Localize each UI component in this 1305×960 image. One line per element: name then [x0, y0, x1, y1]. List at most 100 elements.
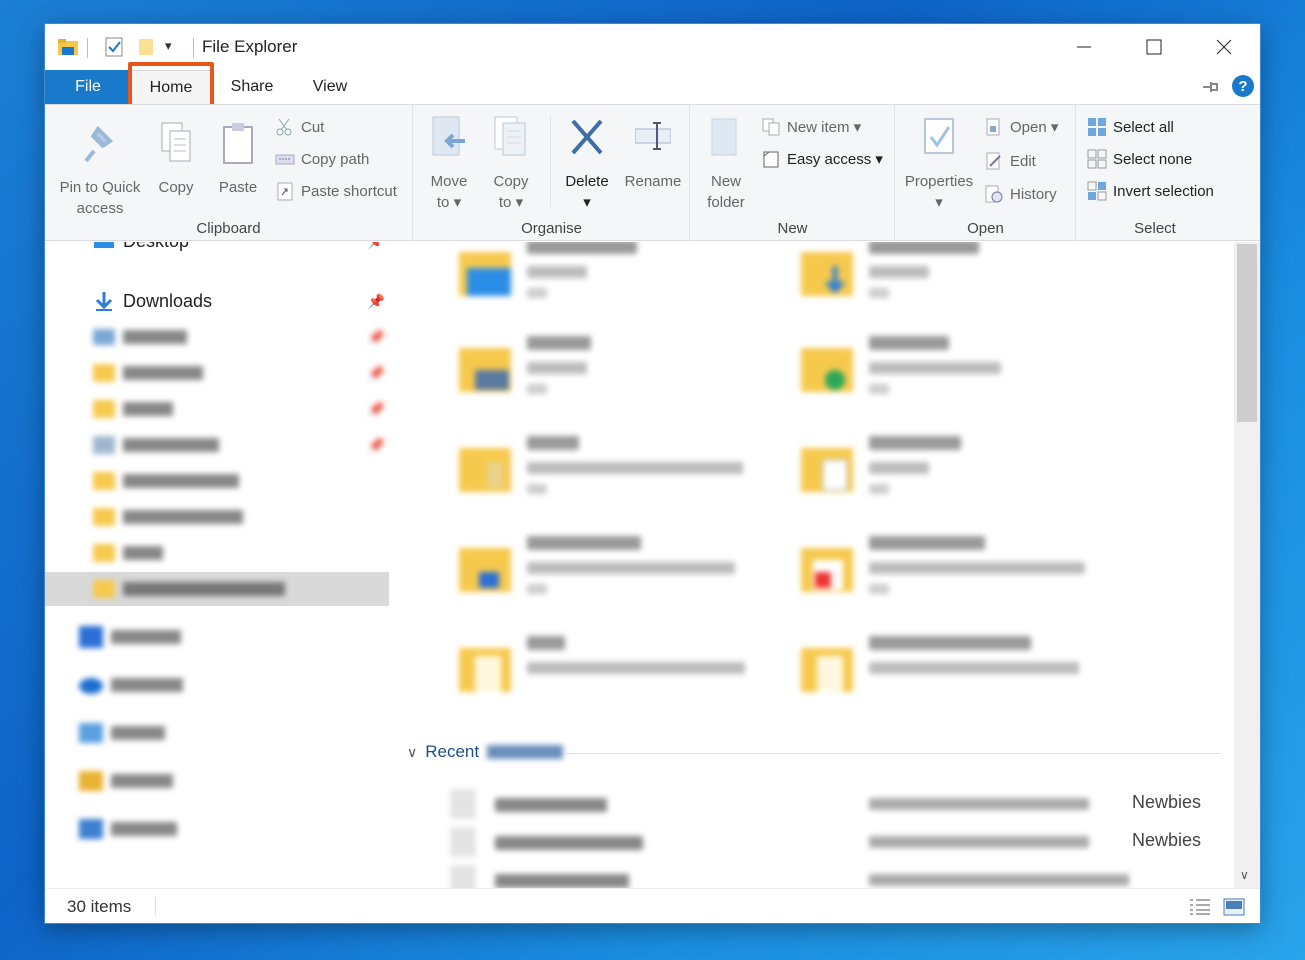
quick-access-tile[interactable] — [457, 436, 787, 516]
folder-icon — [93, 364, 115, 382]
nav-item-folder[interactable] — [45, 464, 389, 498]
quick-access-tile[interactable] — [799, 536, 1129, 616]
nav-item-network[interactable] — [45, 812, 389, 846]
tab-view[interactable]: View — [297, 70, 363, 104]
copy-to-button[interactable]: Copy to ▾ — [482, 115, 540, 213]
easy-access-label: Easy access ▾ — [787, 151, 883, 168]
paste-button[interactable]: Paste — [211, 121, 265, 198]
new-folder-button[interactable]: New folder — [697, 115, 755, 213]
scroll-down-icon[interactable]: ∨ — [1240, 868, 1249, 882]
quick-access-tile[interactable] — [457, 242, 787, 320]
easy-access-button[interactable]: Easy access ▾ — [761, 149, 883, 169]
recent-file-row[interactable]: Newbies — [451, 786, 1231, 820]
large-icons-view-icon[interactable] — [1223, 898, 1245, 916]
desktop-icon — [94, 242, 114, 248]
copy-path-button[interactable]: Copy path — [275, 149, 369, 169]
new-group-label: New — [777, 220, 808, 237]
move-to-label-line1: Move — [430, 173, 468, 190]
copy-button[interactable]: Copy — [149, 121, 203, 198]
nav-item-folder[interactable] — [45, 536, 389, 570]
properties-button[interactable]: Properties ▾ — [900, 115, 978, 213]
customize-quick-access-icon[interactable]: ▾ — [165, 38, 187, 60]
invert-selection-icon — [1087, 181, 1107, 201]
quick-access-tile[interactable] — [799, 242, 1129, 320]
nav-item-selected-folder[interactable] — [45, 572, 389, 606]
nav-item-this-pc[interactable] — [45, 716, 389, 750]
quick-access-tile[interactable] — [457, 336, 787, 416]
pictures-folder-icon — [459, 348, 511, 392]
minimize-icon — [1077, 46, 1091, 48]
nav-item-pictures[interactable]: 📌 — [45, 320, 389, 354]
details-view-icon[interactable] — [1189, 898, 1211, 916]
quick-access-tile[interactable] — [799, 436, 1129, 516]
cut-button[interactable]: Cut — [275, 117, 324, 137]
pin-ribbon-icon[interactable] — [1201, 79, 1221, 95]
close-button[interactable] — [1189, 24, 1259, 70]
nav-item-folder[interactable]: 📌 — [45, 392, 389, 426]
recent-files-header[interactable]: ∨ Recent — [407, 742, 564, 762]
minimize-button[interactable] — [1049, 24, 1119, 70]
edit-button[interactable]: Edit — [984, 151, 1036, 171]
paste-shortcut-button[interactable]: Paste shortcut — [275, 181, 397, 201]
folder-icon — [93, 508, 115, 526]
properties-quick-icon[interactable] — [103, 36, 125, 58]
file-explorer-window: ▾ File Explorer File Home Share View ? P… — [45, 24, 1260, 923]
pin-icon: 📌 — [367, 364, 385, 381]
maximize-button[interactable] — [1119, 24, 1189, 70]
new-folder-label-line2: folder — [707, 194, 745, 211]
ribbon-tabs: File Home Share View ? — [45, 70, 1260, 104]
tab-file[interactable]: File — [45, 70, 131, 104]
select-all-icon — [1088, 118, 1106, 136]
clipboard-group-label: Clipboard — [196, 220, 261, 237]
history-button[interactable]: History — [984, 184, 1057, 204]
cut-label: Cut — [301, 118, 325, 136]
nav-item-desktop[interactable]: Desktop 📌 — [45, 242, 389, 258]
scrollbar-thumb[interactable] — [1237, 244, 1257, 422]
pin-label-line1: Pin to Quick — [59, 179, 141, 196]
download-arrow-icon — [95, 292, 113, 311]
tab-share[interactable]: Share — [217, 70, 287, 104]
move-to-button[interactable]: Move to ▾ — [420, 115, 478, 213]
delete-button[interactable]: Delete ▾ — [556, 115, 618, 213]
recent-file-row[interactable]: Newbies — [451, 824, 1231, 858]
nav-item-label: Downloads — [123, 290, 213, 311]
select-all-button[interactable]: Select all — [1087, 117, 1174, 137]
nav-item-libraries[interactable] — [45, 764, 389, 798]
nav-item-onedrive[interactable] — [45, 668, 389, 702]
copy-to-label-line2: to ▾ — [498, 194, 524, 211]
new-item-button[interactable]: New item ▾ — [761, 117, 861, 137]
new-folder-label-line1: New — [710, 173, 741, 190]
copy-path-label: Copy path — [301, 150, 370, 168]
folder-icon — [93, 472, 115, 490]
recent-file-row[interactable] — [451, 862, 1231, 888]
nav-item-folder[interactable] — [45, 500, 389, 534]
invert-selection-button[interactable]: Invert selection — [1087, 181, 1214, 201]
nav-item-label: Desktop — [123, 242, 189, 252]
paste-shortcut-icon — [277, 182, 293, 201]
help-icon[interactable]: ? — [1231, 74, 1255, 98]
folder-icon — [93, 580, 115, 598]
organise-group: Move to ▾ Copy to ▾ Delete ▾ Rename Orga… — [414, 105, 690, 241]
paste-label: Paste — [218, 179, 258, 196]
quick-access-tile[interactable] — [799, 336, 1129, 416]
vertical-scrollbar[interactable]: ∨ — [1234, 242, 1260, 888]
nav-item-dropbox[interactable] — [45, 620, 389, 654]
nav-item-documents[interactable]: 📌 — [45, 428, 389, 462]
pin-to-quick-access-button[interactable]: Pin to Quick access — [53, 121, 147, 219]
documents-icon — [93, 436, 115, 454]
rename-icon — [634, 122, 672, 150]
nav-item-downloads[interactable]: Downloads 📌 — [45, 284, 389, 318]
quick-access-tile[interactable] — [457, 536, 787, 616]
quick-access-tile[interactable] — [457, 636, 787, 716]
new-folder-quick-icon[interactable] — [135, 36, 157, 58]
pin-icon: 📌 — [367, 292, 385, 309]
document-icon — [451, 790, 475, 818]
open-button[interactable]: Open ▾ — [984, 117, 1058, 137]
tab-home[interactable]: Home — [131, 70, 211, 104]
nav-item-folder[interactable]: 📌 — [45, 356, 389, 390]
select-none-button[interactable]: Select none — [1087, 149, 1192, 169]
properties-icon — [924, 118, 954, 154]
quick-access-tile[interactable] — [799, 636, 1129, 716]
rename-button[interactable]: Rename — [618, 115, 688, 192]
status-bar: 30 items — [45, 888, 1260, 923]
